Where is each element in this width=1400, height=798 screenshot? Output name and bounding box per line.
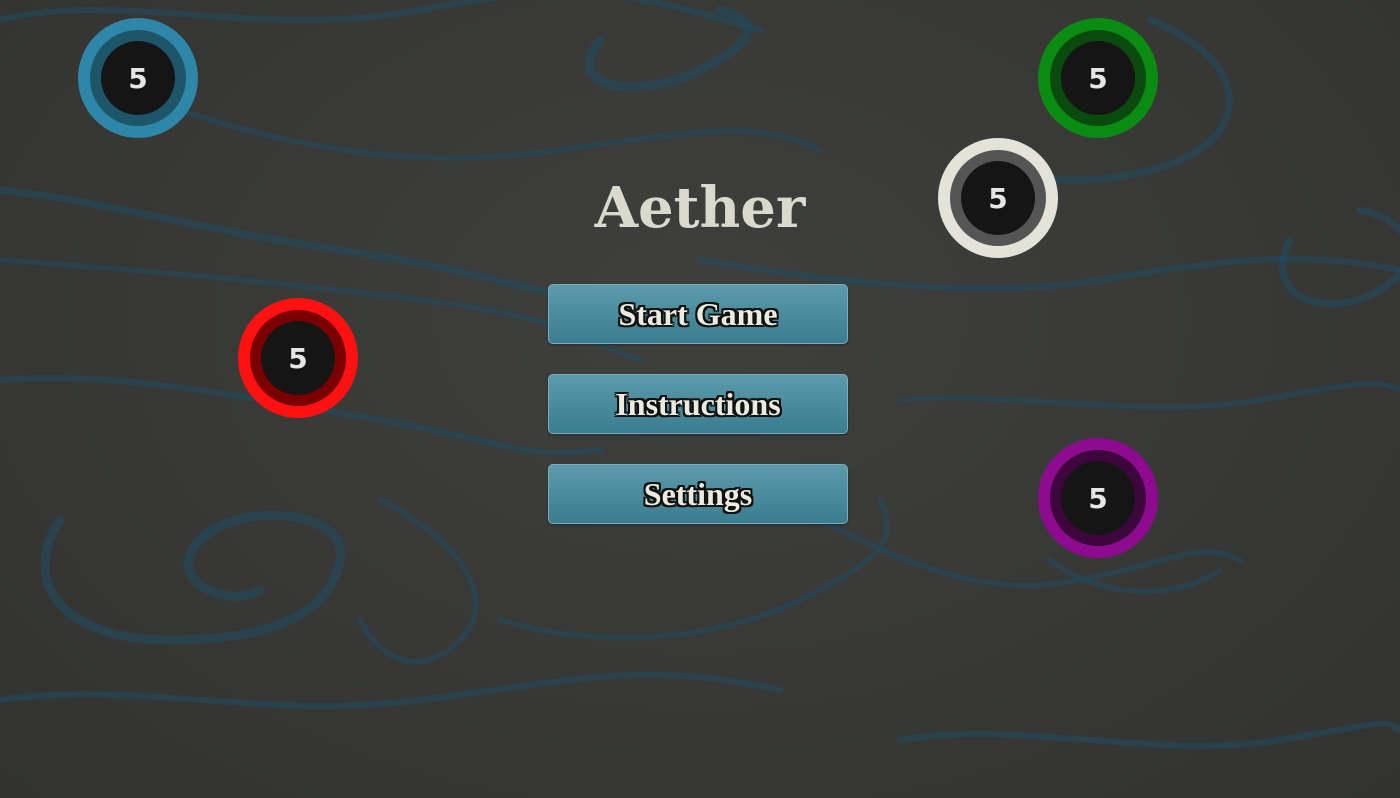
swirl-stroke xyxy=(40,510,345,645)
swirl-stroke xyxy=(817,517,1243,588)
token-ring: 5 xyxy=(250,310,346,406)
swirl-stroke xyxy=(357,497,479,665)
player-token-blue[interactable]: 5 xyxy=(78,18,198,138)
instructions-button[interactable]: Instructions xyxy=(548,374,848,434)
token-ring: 5 xyxy=(1050,30,1146,126)
settings-button[interactable]: Settings xyxy=(548,464,848,524)
start-game-button[interactable]: Start Game xyxy=(548,284,848,344)
token-value: 5 xyxy=(1061,461,1135,535)
player-token-white[interactable]: 5 xyxy=(938,138,1058,258)
token-ring: 5 xyxy=(1050,450,1146,546)
swirl-stroke xyxy=(0,671,783,709)
game-title: Aether xyxy=(594,175,806,241)
swirl-stroke xyxy=(177,107,823,161)
swirl-stroke xyxy=(897,380,1400,410)
token-ring: 5 xyxy=(950,150,1046,246)
game-menu-screen: Aether Start Game Instructions Settings … xyxy=(0,0,1400,798)
token-value: 5 xyxy=(101,41,175,115)
token-value: 5 xyxy=(961,161,1035,235)
player-token-green[interactable]: 5 xyxy=(1038,18,1158,138)
player-token-purple[interactable]: 5 xyxy=(1038,438,1158,558)
token-value: 5 xyxy=(261,321,335,395)
player-token-red[interactable]: 5 xyxy=(238,298,358,418)
swirl-stroke xyxy=(897,720,1400,749)
token-value: 5 xyxy=(1061,41,1135,115)
token-ring: 5 xyxy=(90,30,186,126)
